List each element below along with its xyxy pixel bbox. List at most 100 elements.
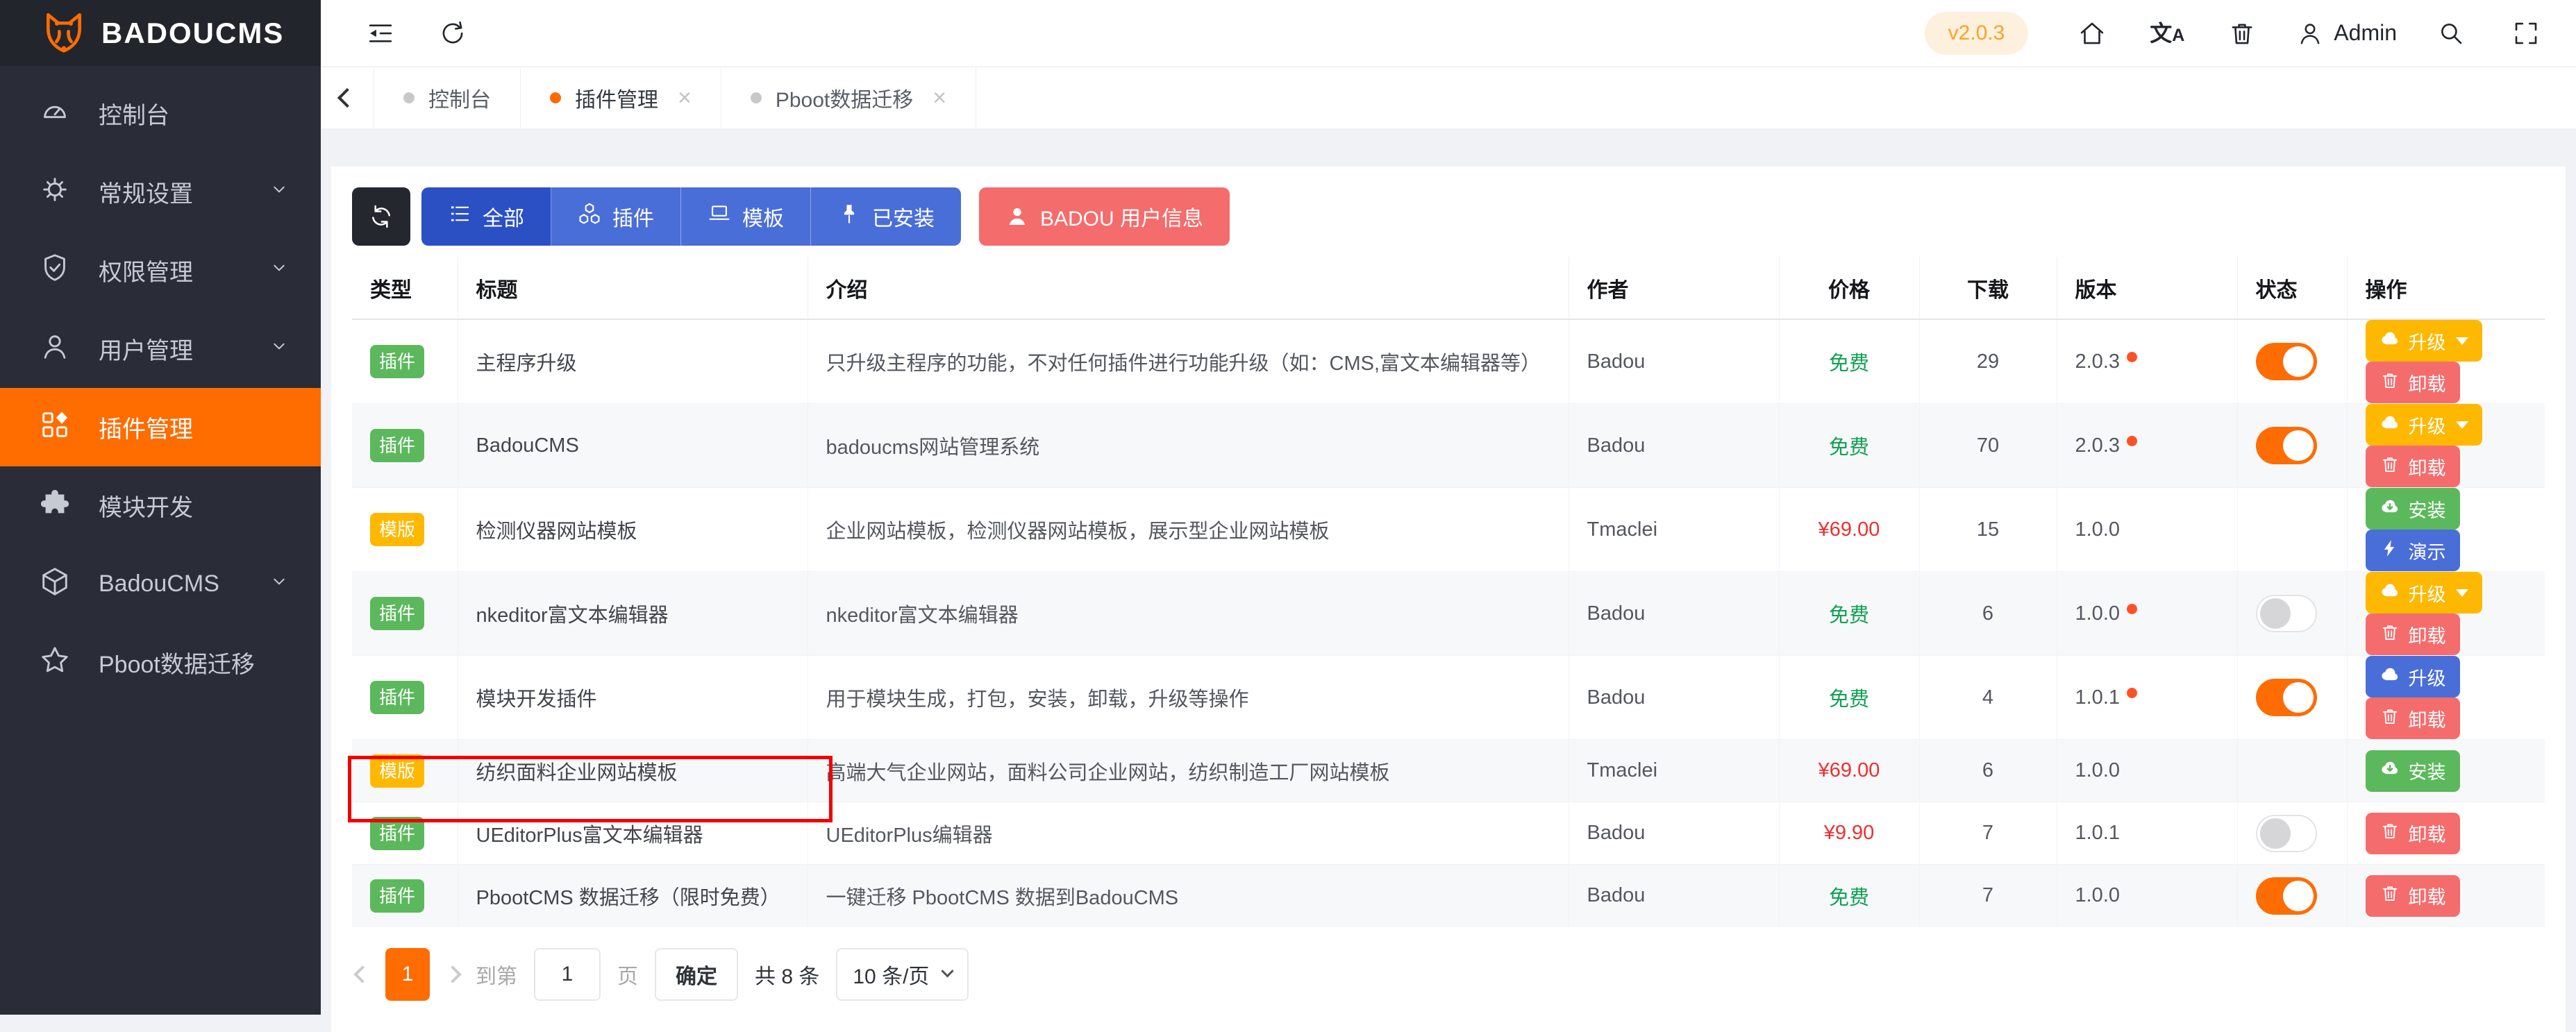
intro-cell: 用于模块生成，打包，安装，卸载，升级等操作 xyxy=(808,656,1569,740)
upgrade-button[interactable]: 升级 xyxy=(2366,656,2460,697)
version-value: 1.0.1 xyxy=(2075,822,2121,844)
version-cell: 1.0.1 xyxy=(2057,802,2237,865)
action-button-label: 升级 xyxy=(2409,580,2446,607)
grid-icon xyxy=(39,409,71,446)
intro-cell: 企业网站模板，检测仪器网站模板，展示型企业网站模板 xyxy=(808,488,1569,572)
uninstall-button[interactable]: 卸载 xyxy=(2366,446,2460,487)
trash-small-icon xyxy=(2380,370,2400,396)
type-cell: 插件 xyxy=(352,572,458,656)
app-root: BADOUCMS 控制台常规设置权限管理用户管理插件管理模块开发BadouCMS… xyxy=(0,0,2576,1015)
type-badge: 插件 xyxy=(370,597,424,630)
uninstall-button[interactable]: 卸载 xyxy=(2366,875,2460,917)
type-cell: 插件 xyxy=(352,404,458,488)
type-badge: 模版 xyxy=(370,754,424,788)
filter-button-1[interactable]: 全部 xyxy=(421,187,551,246)
sidebar-item-2[interactable]: 常规设置 xyxy=(0,153,321,231)
sidebar-item-4[interactable]: 用户管理 xyxy=(0,310,321,388)
trash-small-icon xyxy=(2380,454,2400,480)
upgrade-button[interactable]: 升级 xyxy=(2366,320,2482,362)
type-badge: 插件 xyxy=(370,817,424,850)
action-button-label: 卸载 xyxy=(2409,621,2446,648)
table-row: 插件PbootCMS 数据迁移（限时免费）一键迁移 PbootCMS 数据到Ba… xyxy=(352,865,2545,927)
type-cell: 插件 xyxy=(352,656,458,740)
filter-button-4[interactable]: 已安装 xyxy=(811,187,961,246)
sidebar: BADOUCMS 控制台常规设置权限管理用户管理插件管理模块开发 BadouCMS… xyxy=(0,0,321,1015)
logo[interactable]: BADOUCMS xyxy=(0,0,321,66)
uninstall-button[interactable]: 卸载 xyxy=(2366,362,2460,403)
translate-icon[interactable]: 文A xyxy=(2146,12,2188,54)
table-refresh-button[interactable] xyxy=(352,187,410,246)
table-row: 插件UEditorPlus富文本编辑器UEditorPlus编辑器Badou¥9… xyxy=(352,802,2545,865)
tabs-scroll-left[interactable] xyxy=(321,67,374,128)
fullscreen-icon[interactable] xyxy=(2505,12,2547,54)
sidebar-item-8[interactable]: Pboot数据迁移 xyxy=(0,623,321,702)
price-value: 免费 xyxy=(1829,604,1869,627)
badou-user-info-button[interactable]: BADOU 用户信息 xyxy=(979,187,1230,246)
action-button-label: 卸载 xyxy=(2409,882,2446,909)
action-button-label: 升级 xyxy=(2409,328,2446,355)
install-button[interactable]: 安装 xyxy=(2366,488,2460,530)
goto-page-input[interactable] xyxy=(534,948,601,1001)
version-cell: 2.0.3 xyxy=(2057,404,2237,488)
home-icon[interactable] xyxy=(2071,12,2113,54)
status-toggle[interactable] xyxy=(2256,343,2317,380)
confirm-button[interactable]: 确定 xyxy=(655,948,738,1001)
upgrade-button[interactable]: 升级 xyxy=(2366,404,2482,446)
status-cell xyxy=(2237,865,2347,927)
sidebar-item-7[interactable]: BadouCMS xyxy=(0,545,321,623)
tab-3[interactable]: Pboot数据迁移× xyxy=(721,67,976,128)
sidebar-item-1[interactable]: 控制台 xyxy=(0,74,321,153)
content-area: 全部插件模板已安装 BADOU 用户信息 类型标题介绍作者价格下载版本状态操作 … xyxy=(321,128,2576,1032)
admin-menu[interactable]: Admin xyxy=(2296,19,2397,47)
version-cell: 1.0.0 xyxy=(2057,572,2237,656)
refresh-icon[interactable] xyxy=(432,12,474,54)
uninstall-button[interactable]: 卸载 xyxy=(2366,813,2460,854)
sidebar-item-5[interactable]: 插件管理 xyxy=(0,388,321,466)
update-dot-icon xyxy=(2127,436,2137,446)
version-value: 1.0.1 xyxy=(2075,686,2121,709)
tab-1[interactable]: 控制台 xyxy=(374,67,520,128)
title-cell: PbootCMS 数据迁移（限时免费） xyxy=(458,865,808,927)
next-page-icon[interactable] xyxy=(444,965,461,983)
filter-button-3[interactable]: 模板 xyxy=(681,187,811,246)
sidebar-item-3[interactable]: 权限管理 xyxy=(0,231,321,310)
filter-button-label: 全部 xyxy=(483,201,524,232)
cube-icon xyxy=(39,566,71,603)
actions-cell: 升级卸载 xyxy=(2347,319,2545,404)
uninstall-button[interactable]: 卸载 xyxy=(2366,614,2460,655)
column-header-6: 下载 xyxy=(1919,257,2057,319)
tab-2[interactable]: 插件管理× xyxy=(520,67,721,128)
install-button[interactable]: 安装 xyxy=(2366,750,2460,792)
status-toggle[interactable] xyxy=(2256,679,2317,716)
intro-cell: badoucms网站管理系统 xyxy=(808,404,1569,488)
sidebar-item-6[interactable]: 模块开发 xyxy=(0,466,321,545)
search-icon[interactable] xyxy=(2430,12,2472,54)
page-1-button[interactable]: 1 xyxy=(385,948,430,1001)
clear-cache-trash-icon[interactable] xyxy=(2221,12,2263,54)
collapse-menu-icon[interactable] xyxy=(360,12,401,54)
status-toggle[interactable] xyxy=(2256,815,2317,852)
gear-icon xyxy=(39,174,71,211)
status-toggle[interactable] xyxy=(2256,427,2317,464)
per-page-select[interactable]: 10 条/页 xyxy=(836,948,969,1001)
upgrade-button[interactable]: 升级 xyxy=(2366,572,2482,614)
filter-button-2[interactable]: 插件 xyxy=(551,187,681,246)
demo-button[interactable]: 演示 xyxy=(2366,530,2460,571)
trash-small-icon xyxy=(2380,820,2400,846)
topbar: v2.0.3 文A Admin xyxy=(321,0,2576,66)
action-button-label: 卸载 xyxy=(2409,820,2446,847)
cubes-icon xyxy=(578,202,601,231)
prev-page-icon[interactable] xyxy=(353,965,371,983)
actions-cell: 安装 xyxy=(2347,740,2545,802)
status-toggle[interactable] xyxy=(2256,595,2317,632)
close-icon[interactable]: × xyxy=(678,86,692,110)
status-toggle[interactable] xyxy=(2256,877,2317,915)
chevron-down-icon xyxy=(268,257,290,285)
tab-label: 控制台 xyxy=(428,83,491,113)
close-icon[interactable]: × xyxy=(932,86,946,110)
intro-cell: nkeditor富文本编辑器 xyxy=(808,572,1569,656)
title-cell: 主程序升级 xyxy=(458,319,808,404)
trash-small-icon xyxy=(2380,622,2400,648)
sidebar-item-label: 模块开发 xyxy=(99,489,193,523)
uninstall-button[interactable]: 卸载 xyxy=(2366,697,2460,739)
